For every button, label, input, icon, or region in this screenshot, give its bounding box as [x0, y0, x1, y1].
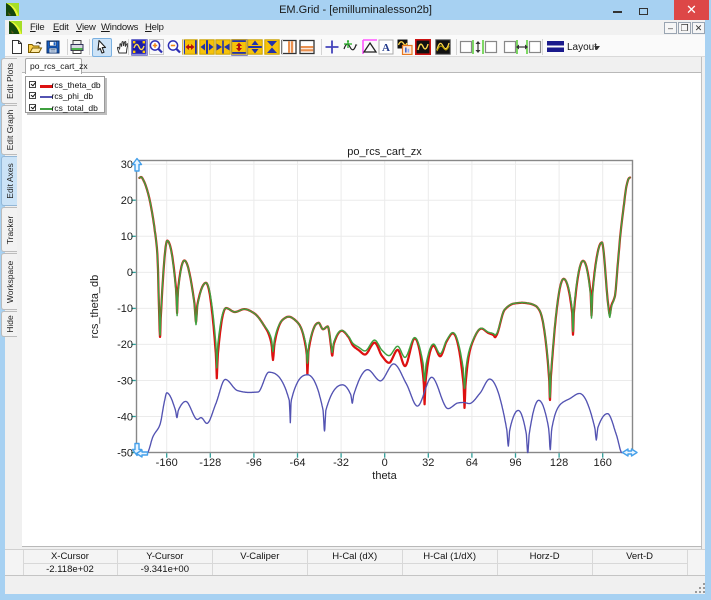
- svg-text:A: A: [382, 42, 390, 54]
